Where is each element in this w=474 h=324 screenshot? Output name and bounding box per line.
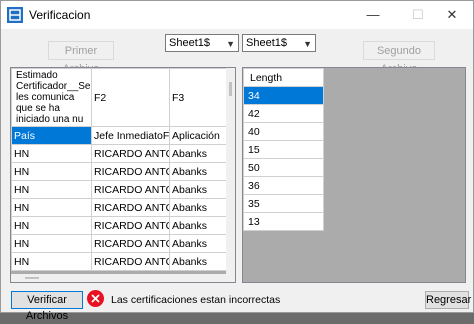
table-row[interactable]: 13 bbox=[243, 212, 324, 231]
left-data-table: Estimado Certificador__Se les comunica q… bbox=[11, 68, 228, 271]
table-cell[interactable]: RICARDO ANTO... bbox=[91, 162, 170, 181]
table-row[interactable]: 35 bbox=[243, 194, 324, 213]
table-cell[interactable]: País bbox=[11, 126, 92, 145]
table-cell[interactable]: 40 bbox=[243, 122, 324, 141]
table-cell[interactable]: Abanks bbox=[169, 252, 228, 271]
sheet-select-left-value: Sheet1$ bbox=[169, 37, 210, 49]
table-cell[interactable]: Abanks bbox=[169, 216, 228, 235]
vertical-scrollbar-thumb[interactable] bbox=[229, 82, 232, 96]
table-cell[interactable]: HN bbox=[11, 198, 92, 217]
right-data-table: Length 34 42 40 15 50 36 35 13 bbox=[243, 68, 324, 231]
table-row[interactable]: 36 bbox=[243, 176, 324, 195]
error-icon bbox=[87, 290, 104, 307]
window-title: Verificacion bbox=[29, 8, 91, 22]
table-cell[interactable]: HN bbox=[11, 216, 92, 235]
sheet-select-left[interactable]: Sheet1$ ▼ bbox=[165, 34, 239, 52]
table-row[interactable]: HN RICARDO ANTO... Abanks bbox=[11, 198, 228, 217]
table-row[interactable]: HN RICARDO ANTO... Abanks bbox=[11, 234, 228, 253]
table-cell[interactable]: Abanks bbox=[169, 180, 228, 199]
status-message: Las certificaciones estan incorrectas bbox=[111, 294, 281, 306]
column-header-f3[interactable]: F3 bbox=[169, 68, 228, 127]
table-row[interactable]: HN RICARDO ANTO... Abanks bbox=[11, 216, 228, 235]
primer-archivo-button[interactable]: Primer Archivo bbox=[48, 41, 114, 75]
sheet-select-right[interactable]: Sheet1$ ▼ bbox=[242, 34, 316, 52]
table-cell[interactable]: RICARDO ANTO... bbox=[91, 144, 170, 163]
verificar-archivos-button[interactable]: Verificar Archivos bbox=[11, 291, 83, 322]
table-row[interactable]: 42 bbox=[243, 104, 324, 123]
header-row: Estimado Certificador__Se les comunica q… bbox=[11, 68, 228, 127]
table-row[interactable]: 50 bbox=[243, 158, 324, 177]
table-row[interactable]: País Jefe InmediatoFu... Aplicación bbox=[11, 126, 228, 145]
table-cell[interactable]: Aplicación bbox=[169, 126, 228, 145]
table-cell[interactable]: 50 bbox=[243, 158, 324, 177]
table-cell[interactable]: HN bbox=[11, 180, 92, 199]
table-row[interactable]: 40 bbox=[243, 122, 324, 141]
chevron-down-icon: ▼ bbox=[226, 39, 235, 49]
horizontal-scrollbar[interactable] bbox=[11, 274, 226, 282]
table-cell[interactable]: 42 bbox=[243, 104, 324, 123]
verificacion-window: Verificacion — ☐ ✕ Primer Archivo Sheet1… bbox=[0, 0, 474, 322]
left-data-grid[interactable]: Estimado Certificador__Se les comunica q… bbox=[10, 67, 236, 283]
table-cell[interactable]: 15 bbox=[243, 140, 324, 159]
table-row[interactable]: 34 bbox=[243, 86, 324, 105]
table-cell[interactable]: 34 bbox=[243, 86, 324, 105]
table-cell[interactable]: RICARDO ANTO... bbox=[91, 216, 170, 235]
right-data-grid[interactable]: Length 34 42 40 15 50 36 35 13 bbox=[242, 67, 466, 283]
table-cell[interactable]: RICARDO ANTO... bbox=[91, 234, 170, 253]
vertical-scrollbar[interactable] bbox=[226, 68, 235, 282]
table-cell[interactable]: 36 bbox=[243, 176, 324, 195]
table-row[interactable]: HN RICARDO ANTO... Abanks bbox=[11, 252, 228, 271]
column-header-estimado[interactable]: Estimado Certificador__Se les comunica q… bbox=[11, 68, 92, 127]
table-cell[interactable]: HN bbox=[11, 252, 92, 271]
table-cell[interactable]: Abanks bbox=[169, 144, 228, 163]
title-bar[interactable]: Verificacion — ☐ ✕ bbox=[1, 1, 473, 29]
table-row[interactable]: 15 bbox=[243, 140, 324, 159]
table-cell[interactable]: Abanks bbox=[169, 234, 228, 253]
close-button[interactable]: ✕ bbox=[432, 1, 472, 29]
table-row[interactable]: HN RICARDO ANTO... Abanks bbox=[11, 180, 228, 199]
table-row[interactable]: HN RICARDO ANTO... Abanks bbox=[11, 162, 228, 181]
column-header-length[interactable]: Length bbox=[243, 68, 324, 87]
header-row: Length bbox=[243, 68, 324, 87]
table-cell[interactable]: RICARDO ANTO... bbox=[91, 252, 170, 271]
table-cell[interactable]: Abanks bbox=[169, 198, 228, 217]
table-cell[interactable]: RICARDO ANTO... bbox=[91, 180, 170, 199]
table-cell[interactable]: HN bbox=[11, 144, 92, 163]
sheet-select-right-value: Sheet1$ bbox=[246, 37, 287, 49]
regresar-button[interactable]: Regresar bbox=[425, 291, 471, 309]
table-cell[interactable]: 35 bbox=[243, 194, 324, 213]
table-cell[interactable]: Jefe InmediatoFu... bbox=[91, 126, 170, 145]
chevron-down-icon: ▼ bbox=[303, 39, 312, 49]
minimize-button[interactable]: — bbox=[353, 1, 393, 29]
table-cell[interactable]: 13 bbox=[243, 212, 324, 231]
table-row[interactable]: HN RICARDO ANTO... Abanks bbox=[11, 144, 228, 163]
segundo-archivo-button[interactable]: Segundo Archivo bbox=[363, 41, 435, 75]
horizontal-scrollbar-thumb[interactable] bbox=[25, 277, 39, 279]
table-cell[interactable]: HN bbox=[11, 234, 92, 253]
column-header-f2[interactable]: F2 bbox=[91, 68, 170, 127]
app-icon bbox=[7, 7, 23, 23]
table-cell[interactable]: HN bbox=[11, 162, 92, 181]
table-cell[interactable]: RICARDO ANTO... bbox=[91, 198, 170, 217]
table-cell[interactable]: Abanks bbox=[169, 162, 228, 181]
